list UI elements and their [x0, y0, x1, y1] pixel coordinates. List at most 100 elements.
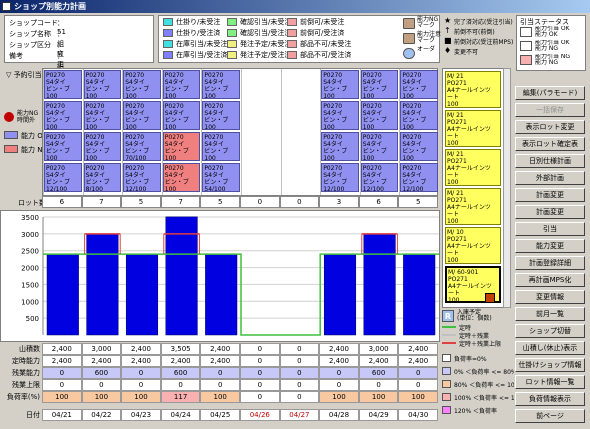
window: ショップ別能力計画 ショップコード：51 ショップ名称：組立工場 ショップ区分：…: [0, 0, 590, 429]
order-cell[interactable]: P0270 S4タイ ビン・ブ 8/100: [83, 163, 122, 192]
date-cell[interactable]: 04/27: [279, 409, 320, 421]
lot-count-cell: 0: [240, 196, 280, 208]
status-swatch-ng: [520, 41, 532, 51]
order-cell[interactable]: P0270 S4タイ ビン・ブ 100: [44, 132, 82, 161]
legend-mark-label: 変更不可: [454, 49, 479, 56]
table-cell: 100: [121, 391, 161, 403]
order-cell[interactable]: P0270 S4タイ ビン・ブ 100: [162, 132, 201, 161]
plan-card-scrollbar[interactable]: [503, 68, 511, 308]
table-cell: 0: [279, 379, 320, 391]
button-12[interactable]: 変更情報: [515, 290, 585, 304]
button-13[interactable]: 前月一覧: [515, 307, 585, 321]
button-9[interactable]: 能力変更: [515, 239, 585, 253]
plan-card[interactable]: M/ 21 PO271 A4ナールインツ ート 100: [445, 149, 501, 186]
order-cell[interactable]: P0270 S4タイ ビン・ブ 100: [162, 70, 201, 99]
button-0[interactable]: 編集(パラモード): [515, 86, 585, 100]
order-cell[interactable]: P0270 S4タイ ビン・ブ 100: [360, 101, 399, 130]
order-cell[interactable]: P0270 S4タイ ビン・ブ 100: [123, 101, 161, 130]
lot-count-cell: 5: [398, 196, 438, 208]
order-cell[interactable]: P0270 S4タイ ビン・ブ 100: [123, 70, 161, 99]
order-cell[interactable]: P0270 S4タイ ビン・ブ 100: [321, 132, 359, 161]
table-cell: 0: [240, 355, 280, 367]
order-cell[interactable]: P0270 S4タイ ビン・ブ 100: [83, 101, 122, 130]
button-4[interactable]: 日別仕様計画: [515, 154, 585, 168]
button-16[interactable]: 仕掛けショップ情報: [515, 358, 585, 372]
button-8[interactable]: 引当: [515, 222, 585, 236]
order-cell[interactable]: P0270 S4タイ ビン・ブ 70/100: [123, 132, 161, 161]
order-cell[interactable]: P0270 S4タイ ビン・ブ 100: [360, 132, 399, 161]
legend-icon-1: [403, 33, 415, 44]
order-cell[interactable]: P0270 S4タイ ビン・ブ 100: [202, 70, 240, 99]
order-cell[interactable]: P0270 S4タイ ビン・ブ 12/100: [400, 163, 438, 192]
button-5[interactable]: 外部計画: [515, 171, 585, 185]
button-6[interactable]: 計画変更: [515, 188, 585, 202]
legend-label: 確認引当/受注済: [240, 29, 292, 37]
button-19[interactable]: 前ページ: [515, 409, 585, 423]
order-cell[interactable]: P0270 S4タイ ビン・ブ 12/100: [44, 163, 82, 192]
ng-overtime-label: 能力NG 時間外: [17, 110, 39, 124]
button-2[interactable]: 表示ロット変更: [515, 120, 585, 134]
button-15[interactable]: 山積し(休止)表示: [515, 341, 585, 355]
table-cell: 0: [319, 379, 359, 391]
order-cell[interactable]: P0270 S4タイ ビン・ブ 100: [44, 101, 82, 130]
ng-mark-icon: [4, 112, 14, 122]
r-mark: R: [442, 310, 454, 322]
date-cell[interactable]: 04/23: [121, 409, 161, 421]
legend-icon-label: 能力NG マーク: [417, 16, 439, 29]
order-cell[interactable]: P0270 S4タイ ビン・ブ 100: [44, 70, 82, 99]
button-14[interactable]: ショップ切替: [515, 324, 585, 338]
legend-label: 前倒可/未受注: [300, 18, 345, 26]
order-cell[interactable]: P0270 S4タイ ビン・ブ 12/100: [360, 163, 399, 192]
order-cell[interactable]: P0270 S4タイ ビン・ブ 100: [400, 132, 438, 161]
button-1[interactable]: 一括保存: [515, 103, 585, 117]
table-cell: 3,000: [81, 343, 122, 355]
order-cell[interactable]: P0270 S4タイ ビン・ブ 100: [400, 70, 438, 99]
table-cell: 0: [81, 379, 122, 391]
table-cell: 0: [160, 379, 201, 391]
order-cell[interactable]: P0270 S4タイ ビン・ブ 100: [321, 101, 359, 130]
button-18[interactable]: 負荷情報表示: [515, 392, 585, 406]
legend-swatch: [227, 18, 237, 26]
status-label-ngng: 能力引当 NG 能力 NG: [535, 54, 571, 66]
button-17[interactable]: ロット情報一覧: [515, 375, 585, 389]
table-cell: 0: [240, 391, 280, 403]
order-cell[interactable]: P0270 S4タイ ビン・ブ 100: [162, 101, 201, 130]
order-cell[interactable]: P0270 S4タイ ビン・ブ 100: [202, 101, 240, 130]
plan-card[interactable]: M/ 21 PO271 A4ナールインツ ート 100: [445, 188, 501, 225]
date-cell[interactable]: 04/21: [42, 409, 82, 421]
order-cell[interactable]: P0270 S4タイ ビン・ブ 12/100: [123, 163, 161, 192]
date-cell[interactable]: 04/22: [81, 409, 122, 421]
date-cell[interactable]: 04/25: [200, 409, 240, 421]
button-10[interactable]: 計画登録詳細: [515, 256, 585, 270]
date-cell[interactable]: 04/29: [358, 409, 399, 421]
shop-info-panel: ショップコード：51 ショップ名称：組立工場 ショップ区分：M 備考：組立工場: [4, 15, 154, 100]
plan-card[interactable]: M/ 21 PO271 A4ナールインツ ート 100: [445, 71, 501, 108]
table-cell: 2,400: [160, 355, 201, 367]
order-cell[interactable]: P0270 S4タイ ビン・ブ 100: [360, 70, 399, 99]
date-cell[interactable]: 04/30: [398, 409, 438, 421]
order-cell[interactable]: P0270 S4タイ ビン・ブ 100: [83, 132, 122, 161]
title-bar[interactable]: ショップ別能力計画: [0, 0, 590, 13]
button-7[interactable]: 計画変更: [515, 205, 585, 219]
order-cell[interactable]: P0270 S4タイ ビン・ブ 100: [202, 132, 240, 161]
order-cell[interactable]: P0270 S4タイ ビン・ブ 54/100: [202, 163, 240, 192]
plan-card[interactable]: M/ 21 PO271 A4ナールインツ ート 100: [445, 110, 501, 147]
reservation-label[interactable]: ▽ 予約引当: [6, 70, 42, 80]
date-cell[interactable]: 04/28: [319, 409, 359, 421]
order-cell[interactable]: P0270 S4タイ ビン・ブ 100: [162, 163, 201, 192]
order-cell[interactable]: P0270 S4タイ ビン・ブ 100: [83, 70, 122, 99]
order-cell[interactable]: P0270 S4タイ ビン・ブ 12/100: [321, 163, 359, 192]
load-legend-label: 負荷率=0%: [454, 356, 487, 363]
table-cell: 2,400: [200, 343, 240, 355]
button-3[interactable]: 表示ロット確定表: [515, 137, 585, 151]
order-cell[interactable]: P0270 S4タイ ビン・ブ 100: [400, 101, 438, 130]
legend-label: 発注予定/未受注: [240, 40, 292, 48]
status-label-ng: 能力引当 OK 能力 NG: [535, 40, 570, 52]
order-cell[interactable]: P0270 S4タイ ビン・ブ 100: [321, 70, 359, 99]
button-11[interactable]: 再計画MPS化: [515, 273, 585, 287]
table-cell: 0: [358, 379, 399, 391]
plan-card[interactable]: M/ 10 PO271 A4ナールインツ ート 100: [445, 227, 501, 264]
date-cell[interactable]: 04/24: [160, 409, 201, 421]
info-shop-code: ショップコード ：51: [9, 19, 66, 36]
date-cell[interactable]: 04/26: [240, 409, 280, 421]
